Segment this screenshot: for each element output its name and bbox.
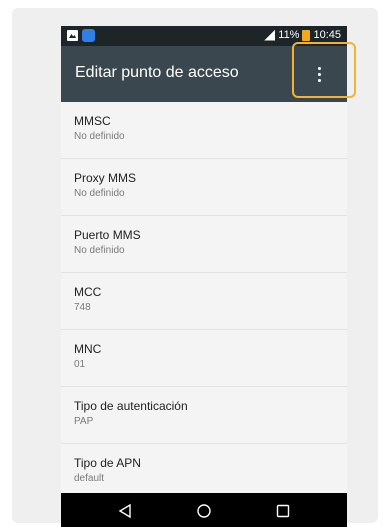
navigation-bar bbox=[61, 493, 347, 527]
setting-value: No definido bbox=[74, 131, 125, 142]
highlight-box bbox=[292, 42, 356, 98]
back-icon[interactable] bbox=[117, 503, 133, 519]
setting-puerto-mms[interactable]: Puerto MMS No definido bbox=[61, 216, 347, 273]
setting-label: Puerto MMS bbox=[74, 228, 141, 242]
home-icon[interactable] bbox=[196, 503, 212, 519]
setting-label: Tipo de APN bbox=[74, 456, 141, 470]
recents-icon[interactable] bbox=[275, 503, 291, 519]
settings-list: MMSC No definido Proxy MMS No definido P… bbox=[61, 102, 347, 501]
setting-proxy-mms[interactable]: Proxy MMS No definido bbox=[61, 159, 347, 216]
phone-screen: 11% 10:45 Editar punto de acceso MMSC No… bbox=[61, 26, 347, 527]
image-icon bbox=[67, 30, 78, 41]
battery-percent: 11% bbox=[278, 29, 300, 41]
battery-icon bbox=[302, 29, 311, 41]
setting-value: No definido bbox=[74, 188, 125, 199]
setting-value: 01 bbox=[74, 359, 86, 370]
clock: 10:45 bbox=[313, 29, 341, 41]
setting-value: default bbox=[74, 473, 105, 484]
setting-value: PAP bbox=[74, 416, 94, 427]
setting-mmsc[interactable]: MMSC No definido bbox=[61, 102, 347, 159]
setting-mcc[interactable]: MCC 748 bbox=[61, 273, 347, 330]
setting-label: Tipo de autenticación bbox=[74, 399, 188, 413]
signal-icon bbox=[264, 29, 276, 41]
setting-label: Proxy MMS bbox=[74, 171, 137, 185]
page-title: Editar punto de acceso bbox=[75, 64, 239, 81]
setting-label: MCC bbox=[74, 285, 102, 299]
setting-value: 748 bbox=[74, 302, 91, 313]
setting-value: No definido bbox=[74, 245, 125, 256]
app-icon bbox=[82, 29, 95, 42]
setting-label: MNC bbox=[74, 342, 102, 356]
setting-tipo-autenticacion[interactable]: Tipo de autenticación PAP bbox=[61, 387, 347, 444]
setting-mnc[interactable]: MNC 01 bbox=[61, 330, 347, 387]
setting-label: MMSC bbox=[74, 114, 111, 128]
